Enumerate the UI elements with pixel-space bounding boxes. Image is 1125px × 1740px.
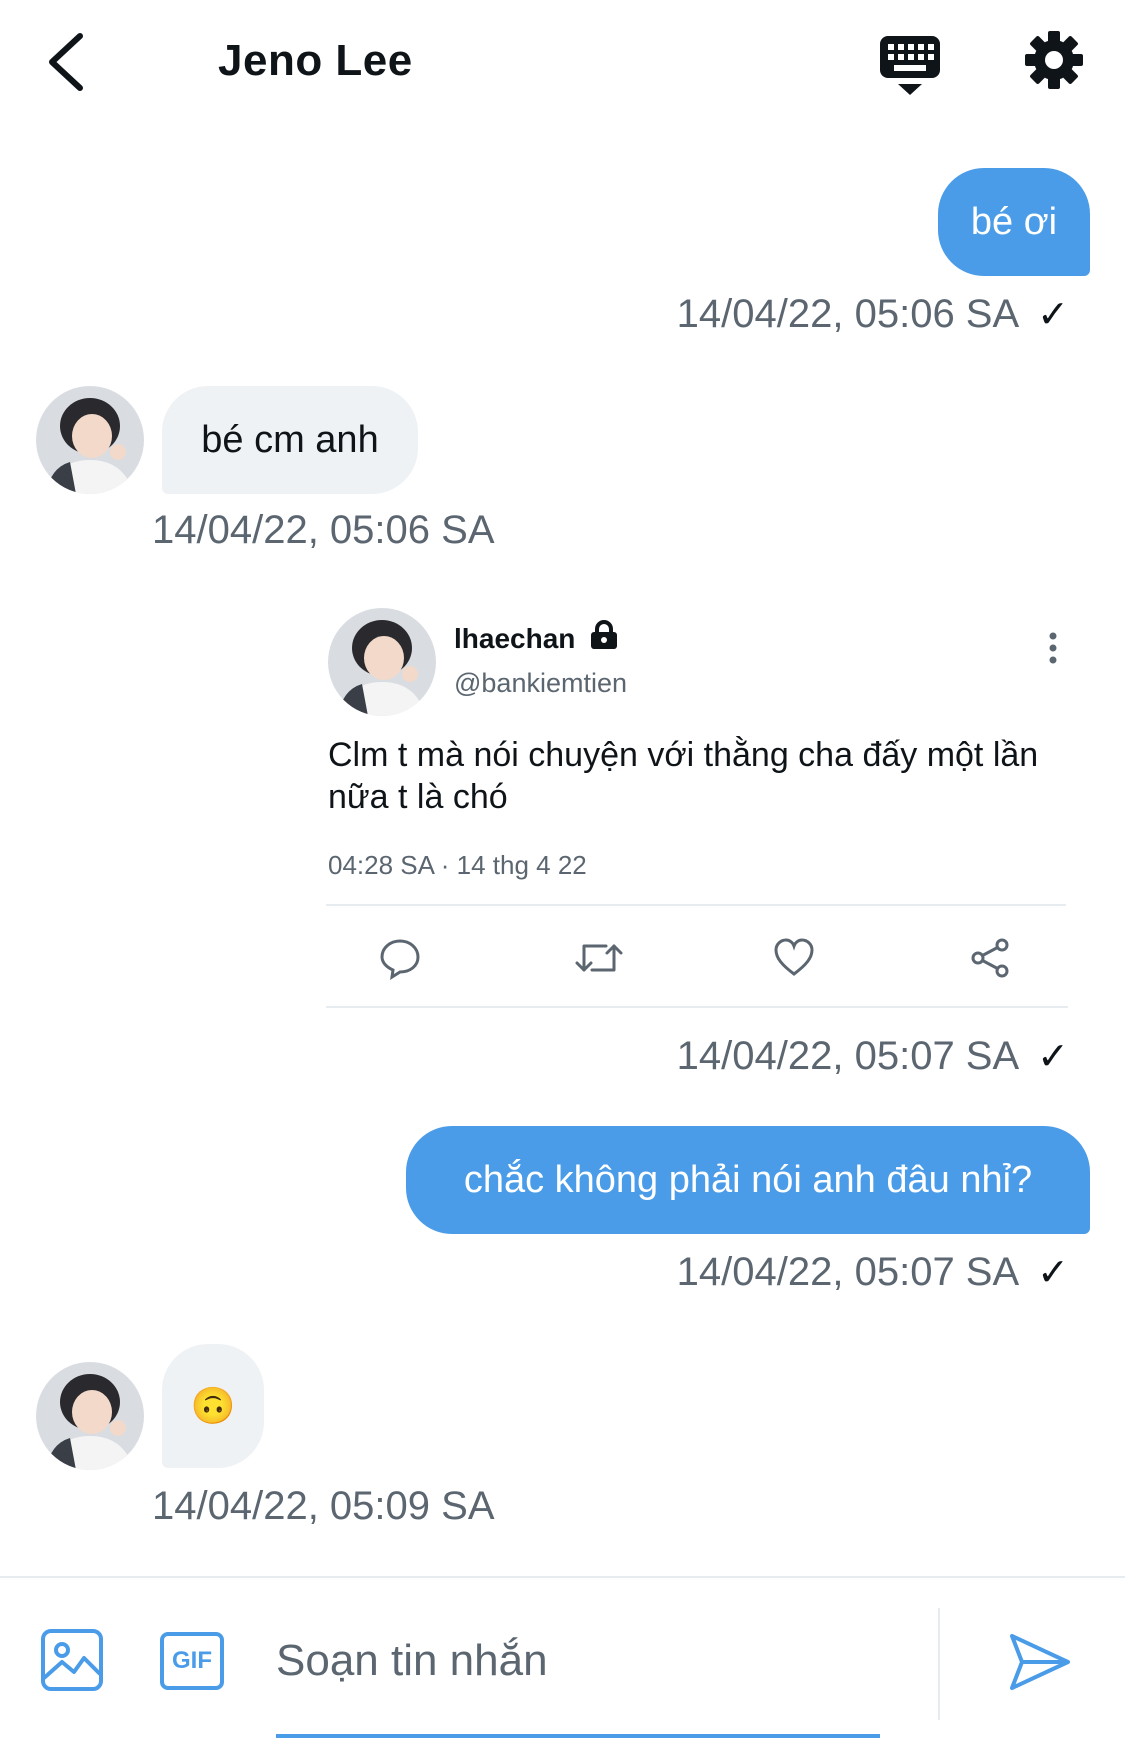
sent-check-icon: ✓: [1037, 294, 1069, 336]
composer-divider: [0, 1576, 1125, 1578]
retweet-icon: [575, 944, 623, 972]
add-image-button[interactable]: [40, 1628, 104, 1697]
gear-icon: [1025, 31, 1083, 89]
gif-button[interactable]: GIF: [160, 1632, 224, 1690]
timestamp-text: 14/04/22, 05:09 SA: [152, 1484, 495, 1528]
divider: [326, 1006, 1068, 1008]
tweet-more-button[interactable]: [1038, 628, 1068, 668]
incoming-message-bubble[interactable]: bé cm anh: [162, 386, 418, 494]
message-timestamp: 14/04/22, 05:06 SA ✓: [677, 292, 1069, 337]
heart-icon: [774, 938, 814, 976]
divider: [326, 904, 1066, 906]
back-button[interactable]: [44, 30, 92, 94]
timestamp-text: 14/04/22, 05:06 SA: [676, 292, 1020, 336]
message-timestamp: 14/04/22, 05:06 SA: [152, 508, 495, 553]
tweet-retweet-button[interactable]: [574, 936, 624, 985]
message-timestamp: 14/04/22, 05:07 SA ✓: [677, 1034, 1069, 1079]
timestamp-text: 14/04/22, 05:07 SA: [676, 1034, 1020, 1078]
tweet-timestamp: 04:28 SA · 14 thg 4 22: [328, 850, 587, 880]
sent-check-icon: ✓: [1037, 1252, 1069, 1294]
chevron-left-icon: [49, 33, 83, 91]
conversation-title[interactable]: Jeno Lee: [218, 36, 413, 86]
tweet-author-handle: @bankiemtien: [454, 668, 627, 698]
avatar[interactable]: [36, 1362, 144, 1470]
lock-icon: [590, 620, 617, 649]
incoming-message-bubble[interactable]: 🙃: [162, 1344, 264, 1468]
avatar-image: [36, 1362, 144, 1470]
tweet-text: Clm t mà nói chuyện với thằng cha đấy mộ…: [328, 736, 1039, 816]
tweet-author-name: lhaechan: [454, 623, 576, 654]
more-vertical-icon: [1049, 632, 1057, 664]
share-icon: [971, 938, 1009, 978]
composer-separator: [938, 1608, 940, 1720]
tweet-author-avatar[interactable]: [328, 608, 436, 716]
shared-tweet-card[interactable]: lhaechan @bankiemtien Clm t mà nói chuyệ…: [326, 600, 1070, 1020]
tweet-like-button[interactable]: [772, 936, 816, 985]
keyboard-icon: [880, 36, 940, 95]
outgoing-message-bubble[interactable]: bé ơi: [938, 168, 1090, 276]
tweet-author[interactable]: lhaechan: [454, 620, 618, 655]
avatar-image: [328, 608, 436, 716]
image-icon: [41, 1629, 103, 1691]
tweet-share-button[interactable]: [968, 936, 1012, 985]
message-timestamp: 14/04/22, 05:09 SA: [152, 1484, 495, 1529]
input-underline: [276, 1734, 880, 1738]
sent-check-icon: ✓: [1037, 1036, 1069, 1078]
settings-button[interactable]: [1024, 30, 1084, 90]
timestamp-text: 14/04/22, 05:07 SA: [676, 1250, 1020, 1294]
timestamp-text: 14/04/22, 05:06 SA: [152, 508, 495, 552]
message-timestamp: 14/04/22, 05:07 SA ✓: [677, 1250, 1069, 1295]
avatar[interactable]: [36, 386, 144, 494]
avatar-image: [36, 386, 144, 494]
comment-icon: [380, 939, 420, 980]
tweet-reply-button[interactable]: [378, 936, 422, 985]
send-button[interactable]: [1008, 1632, 1072, 1697]
keyboard-toggle-button[interactable]: [878, 34, 942, 96]
message-input[interactable]: [276, 1630, 880, 1692]
outgoing-message-bubble[interactable]: chắc không phải nói anh đâu nhỉ?: [406, 1126, 1090, 1234]
send-icon: [1010, 1634, 1070, 1690]
